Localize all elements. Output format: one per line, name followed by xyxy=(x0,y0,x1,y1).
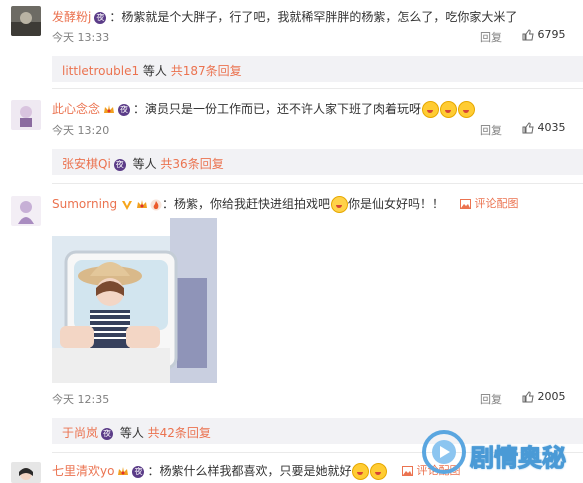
like-button[interactable]: 2005 xyxy=(522,390,566,403)
crown-icon xyxy=(136,200,147,208)
reply-button[interactable]: 回复 xyxy=(480,122,502,138)
reply-user-link[interactable]: 于尚岚 xyxy=(62,426,98,440)
reply-mid: 等人 xyxy=(139,64,171,78)
comment-username[interactable]: 发酵粉j xyxy=(52,10,91,24)
night-badge-icon: 夜 xyxy=(101,427,114,440)
reply-summary[interactable]: 张安棋Qi 夜 等人 共36条回复 xyxy=(52,149,583,175)
like-count: 4035 xyxy=(537,121,566,134)
like-count: 2005 xyxy=(537,390,566,403)
reply-count-link[interactable]: 共187条回复 xyxy=(171,64,242,78)
tongue-emoji-icon xyxy=(422,101,440,118)
tongue-emoji-icon xyxy=(458,101,476,118)
reply-user-link[interactable]: 张安棋Qi xyxy=(62,157,111,171)
avatar[interactable] xyxy=(11,100,41,130)
image-icon xyxy=(460,199,471,209)
sad-emoji-icon xyxy=(352,463,370,480)
reply-mid: 等人 xyxy=(116,426,148,440)
view-comment-image-label: 评论配图 xyxy=(474,197,519,210)
night-badge-icon: 夜 xyxy=(113,158,126,171)
night-badge-icon: 夜 xyxy=(94,11,107,24)
crown-icon xyxy=(118,467,129,475)
thumbs-up-icon xyxy=(522,29,534,41)
reply-button[interactable]: 回复 xyxy=(480,391,502,407)
thumbs-up-icon xyxy=(522,391,534,403)
divider xyxy=(52,183,583,184)
like-button[interactable]: 6795 xyxy=(522,28,566,41)
comment-text: ：杨紫什么样我都喜欢，只要是她就好 xyxy=(147,464,352,478)
comment-time: 今天 13:33 xyxy=(52,31,110,44)
reply-user-link[interactable]: littletrouble1 xyxy=(62,64,139,78)
comment-time: 今天 13:20 xyxy=(52,124,110,137)
comment-text: ：杨紫就是个大胖子，行了吧，我就稀罕胖胖的杨紫，怎么了，吃你家大米了 xyxy=(109,10,518,24)
crying-laugh-emoji-icon xyxy=(330,196,348,213)
comment-username[interactable]: 此心念念 xyxy=(52,102,100,116)
reply-mid: 等人 xyxy=(128,157,161,171)
comment-username[interactable]: 七里清欢yo xyxy=(52,464,114,478)
watermark: 剧情奥秘 xyxy=(420,426,583,478)
comment-image[interactable] xyxy=(52,218,217,383)
image-icon xyxy=(402,466,413,476)
comment-line: Sumorning ：杨紫，你给我赶快进组拍戏吧 你是仙女好吗！！ xyxy=(52,195,444,213)
night-badge-icon: 夜 xyxy=(118,103,131,116)
sad-emoji-icon xyxy=(370,463,388,480)
like-count: 6795 xyxy=(537,28,566,41)
reply-count-link[interactable]: 共36条回复 xyxy=(160,157,223,171)
comment-line: 发酵粉j 夜：杨紫就是个大胖子，行了吧，我就稀罕胖胖的杨紫，怎么了，吃你家大米了 xyxy=(52,8,517,25)
avatar[interactable] xyxy=(11,6,41,36)
comment-username[interactable]: Sumorning xyxy=(52,197,117,211)
comment-line: 此心念念 夜：演员只是一份工作而已，还不许人家下班了肉着玩呀 xyxy=(52,100,476,118)
watermark-text: 剧情奥秘 xyxy=(470,444,567,473)
comment-text: ：杨紫，你给我赶快进组拍戏吧 xyxy=(161,197,330,211)
reply-summary[interactable]: littletrouble1 等人 共187条回复 xyxy=(52,56,583,82)
thumbs-up-icon xyxy=(522,122,534,134)
comment-text: ：演员只是一份工作而已，还不许人家下班了肉着玩呀 xyxy=(133,102,422,116)
night-badge-icon: 夜 xyxy=(132,465,145,478)
comment-line: 七里清欢yo 夜：杨紫什么样我都喜欢，只要是她就好 xyxy=(52,462,388,480)
divider xyxy=(52,88,583,89)
reply-button[interactable]: 回复 xyxy=(480,29,502,45)
like-button[interactable]: 4035 xyxy=(522,121,566,134)
watermark-logo-icon xyxy=(422,430,466,474)
view-comment-image-button[interactable]: 评论配图 xyxy=(460,195,519,211)
comment-text-2: 你是仙女好吗！！ xyxy=(347,197,444,211)
comment-time: 今天 12:35 xyxy=(52,393,110,406)
reply-count-link[interactable]: 共42条回复 xyxy=(148,426,211,440)
avatar[interactable] xyxy=(11,196,41,226)
tongue-emoji-icon xyxy=(440,101,458,118)
avatar[interactable] xyxy=(11,462,41,483)
fire-badge-icon xyxy=(150,199,162,210)
crown-icon xyxy=(104,105,115,113)
verified-v-icon xyxy=(121,200,132,210)
